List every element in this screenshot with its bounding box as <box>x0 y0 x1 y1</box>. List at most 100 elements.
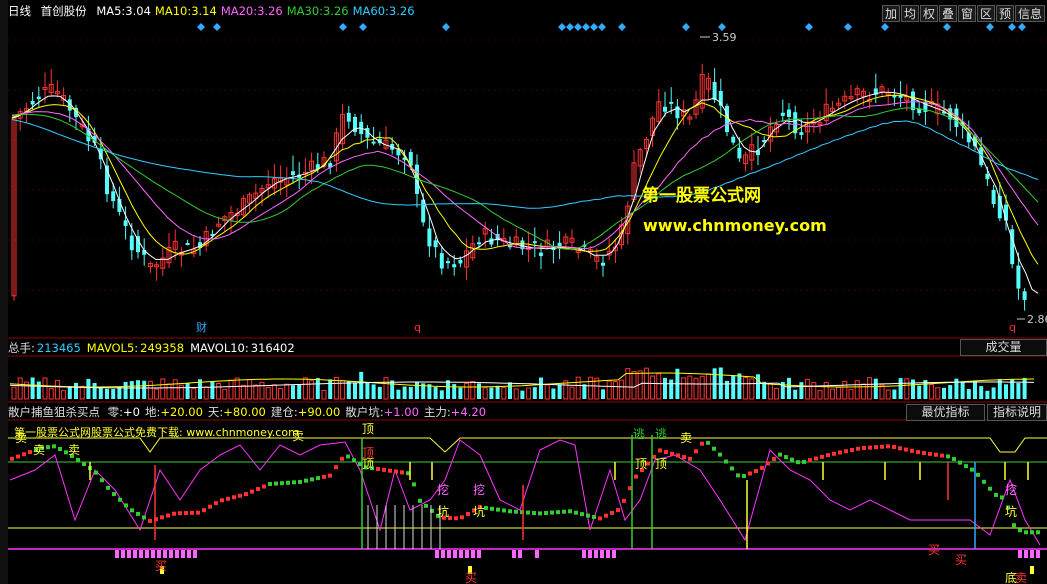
buy-label: 买 <box>465 571 477 584</box>
trend-block <box>742 474 746 479</box>
trend-block <box>172 511 176 516</box>
volume-indicator-button[interactable]: 成交量 <box>960 339 1047 356</box>
volume-bar <box>259 381 265 400</box>
trend-block <box>322 474 326 479</box>
volume-bar <box>464 382 470 400</box>
volume-bar <box>811 382 817 400</box>
volume-bar <box>823 381 829 400</box>
volume-bar <box>402 386 407 399</box>
financial-marker: 财 <box>196 320 207 334</box>
trend-block <box>232 495 236 500</box>
trend-block <box>688 456 692 461</box>
trend-block <box>382 467 386 472</box>
trend-block <box>604 513 608 518</box>
trend-block <box>262 484 266 489</box>
trend-block <box>514 509 518 514</box>
trend-block <box>328 473 332 478</box>
trend-block <box>952 457 956 462</box>
trend-block <box>214 501 218 506</box>
volume-bar <box>117 386 122 399</box>
volume-bar <box>30 377 35 399</box>
volume-bar <box>353 382 357 399</box>
volume-legend-item: MAVOL5: 249358 <box>86 341 185 355</box>
volume-bar <box>718 367 723 399</box>
volume-bar <box>74 382 78 399</box>
volume-bar <box>966 389 971 399</box>
retail-pit-bar <box>512 550 516 558</box>
trend-block <box>376 467 380 472</box>
trend-block <box>250 489 254 494</box>
best-indicator-button[interactable]: 最优指标 <box>906 404 985 421</box>
volume-bar <box>612 381 618 400</box>
volume-bar <box>166 383 172 400</box>
high-price-label: 3.59 <box>712 31 737 44</box>
volume-bar <box>532 387 537 399</box>
trend-block <box>946 454 950 459</box>
candle-body <box>129 235 134 251</box>
candle-body <box>458 259 463 264</box>
volume-bar <box>829 388 835 400</box>
volume-bar <box>36 381 41 399</box>
q-marker: q <box>414 321 421 334</box>
trend-block <box>106 485 110 490</box>
trend-block <box>238 493 242 498</box>
volume-bar <box>390 380 395 399</box>
buy-label: 买 <box>928 543 940 557</box>
trend-block <box>838 450 842 455</box>
retail-pit-bar <box>582 550 586 558</box>
volume-bar <box>228 379 234 400</box>
signal-diamond <box>618 23 626 31</box>
trend-block <box>988 486 992 491</box>
dig-label: 挖 <box>437 482 449 497</box>
trend-block <box>76 457 80 462</box>
indicator-name[interactable]: 散户捕鱼狙杀买点 <box>8 405 100 419</box>
volume-bar <box>669 379 674 399</box>
candle-body <box>669 101 674 104</box>
volume-bar <box>948 385 953 399</box>
trend-block <box>676 453 680 458</box>
trend-block <box>1024 530 1028 535</box>
volume-bar <box>191 387 197 400</box>
trend-block <box>394 469 398 474</box>
retail-pit-bar <box>459 550 463 558</box>
indicator-param: 建仓:+90.00 <box>270 405 341 419</box>
trend-block <box>832 451 836 456</box>
volume-legend-item: 总手: 213465 <box>8 341 81 355</box>
trend-block <box>526 510 530 515</box>
retail-pit-bar <box>518 550 522 558</box>
trend-block <box>712 446 716 451</box>
stock-chart-canvas[interactable]: 3.592.86财qq卖卖卖卖卖卖顶顶顶顶顶挖挖挖坑坑坑逃逃买买买买底 <box>0 0 1047 584</box>
signal-diamond <box>566 23 574 31</box>
trend-block <box>766 461 770 466</box>
volume-bar <box>960 382 965 399</box>
trend-block <box>892 445 896 450</box>
trend-block <box>994 492 998 497</box>
volume-bar <box>904 378 910 400</box>
trend-block <box>622 498 626 503</box>
volume-bar <box>142 380 147 399</box>
volume-bar <box>942 387 946 399</box>
volume-bar <box>17 377 23 400</box>
trend-block <box>670 451 674 456</box>
volume-bar <box>551 388 556 399</box>
indicator-help-button[interactable]: 指标说明 <box>987 404 1047 421</box>
trend-block <box>658 448 662 453</box>
trend-block <box>46 445 50 450</box>
volume-bar <box>210 381 215 399</box>
volume-bar <box>495 385 500 399</box>
trend-block <box>202 508 206 513</box>
trend-block <box>400 470 404 475</box>
volume-bar <box>917 385 922 399</box>
candle-body <box>712 81 717 100</box>
volume-bar <box>799 382 804 399</box>
signal-diamond <box>682 23 690 31</box>
volume-bar <box>54 379 60 400</box>
volume-bar <box>848 388 854 400</box>
ma5-line <box>11 91 1039 294</box>
trend-block <box>772 457 776 462</box>
trend-block <box>1000 495 1004 500</box>
trend-block <box>274 481 278 486</box>
retail-pit-bar <box>1024 550 1028 558</box>
trend-block <box>334 465 338 470</box>
trend-block <box>460 515 464 520</box>
